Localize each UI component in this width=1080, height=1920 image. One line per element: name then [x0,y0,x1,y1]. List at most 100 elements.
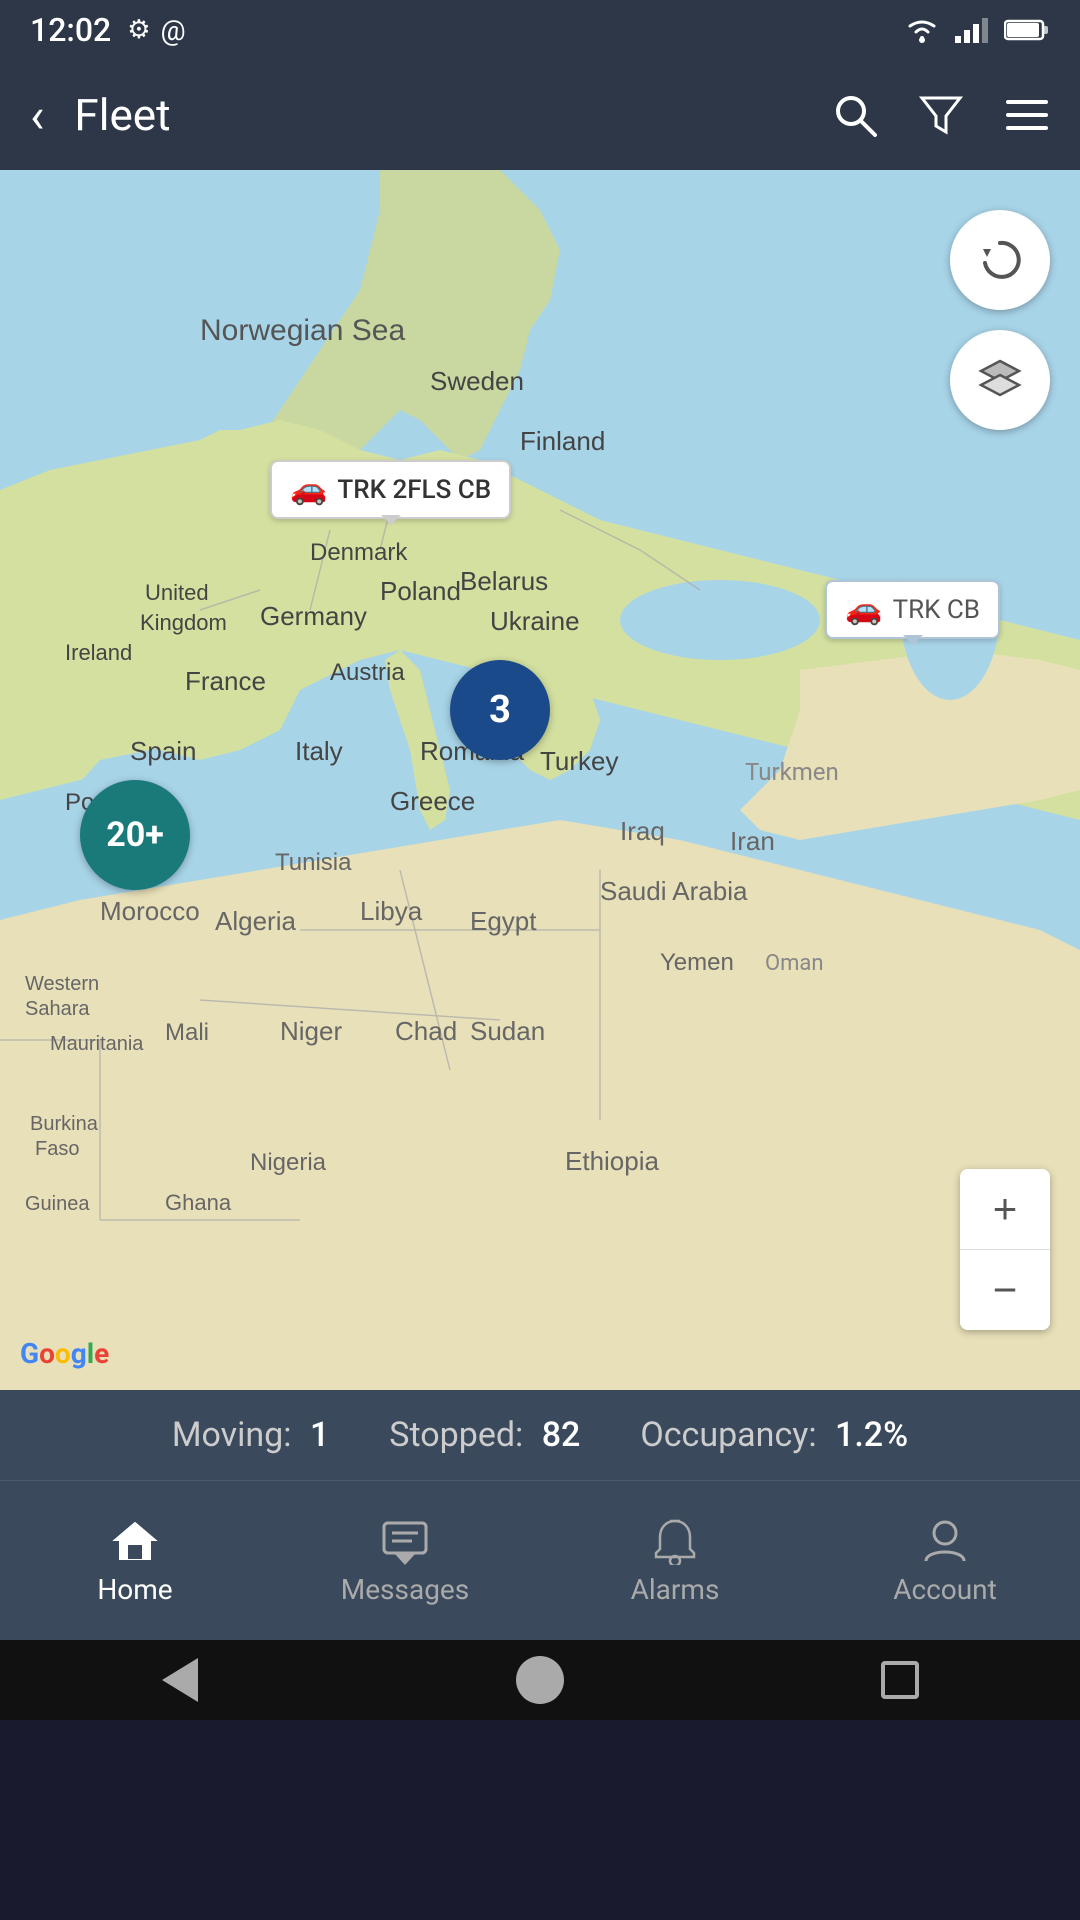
svg-text:Burkina: Burkina [30,1113,99,1135]
svg-text:Denmark: Denmark [310,539,408,566]
nav-bar: ‹ Fleet [0,60,1080,170]
nav-label-alarms: Alarms [631,1573,720,1606]
svg-text:Germany: Germany [260,601,367,631]
svg-text:Chad: Chad [395,1016,457,1046]
zoom-out-button[interactable]: − [960,1250,1050,1330]
svg-text:Yemen: Yemen [660,949,734,976]
vehicle-marker-1[interactable]: 🚗 TRK 2FLS CB [270,460,511,519]
android-home-icon [516,1656,564,1704]
messages-icon [380,1515,430,1565]
google-logo: Google [20,1337,109,1370]
svg-text:Guinea: Guinea [25,1193,90,1215]
android-back-icon [162,1658,198,1702]
android-nav-bar [0,1640,1080,1720]
status-bar: 12:02 ⚙ @ [0,0,1080,60]
svg-text:Turkey: Turkey [540,746,619,776]
layers-button[interactable] [950,330,1050,430]
bottom-nav: Home Messages Alarms Account [0,1480,1080,1640]
wifi-icon [904,16,940,44]
android-recent-button[interactable] [870,1650,930,1710]
svg-text:Oman: Oman [765,951,824,976]
svg-text:Norwegian Sea: Norwegian Sea [200,314,405,347]
signal-icon [954,16,990,44]
svg-text:Finland: Finland [520,426,605,456]
svg-text:Sahara: Sahara [25,998,90,1020]
occupancy-value: 1.2% [835,1415,908,1455]
nav-item-account[interactable]: Account [810,1515,1080,1606]
svg-text:Egypt: Egypt [470,906,537,936]
svg-text:United: United [145,580,209,605]
svg-text:Austria: Austria [330,659,405,686]
svg-text:Nigeria: Nigeria [250,1149,327,1176]
svg-text:Ethiopia: Ethiopia [565,1146,659,1176]
zoom-in-button[interactable]: + [960,1169,1050,1249]
svg-text:Iraq: Iraq [620,816,665,846]
svg-text:Algeria: Algeria [215,906,296,936]
svg-text:Ukraine: Ukraine [490,606,580,636]
map-background: Norwegian Sea Sweden Finland Norway Unit… [0,170,1080,1390]
nav-label-messages: Messages [341,1573,469,1606]
at-icon: @ [161,14,186,47]
nav-label-account: Account [893,1573,997,1606]
stats-bar: Moving: 1 Stopped: 82 Occupancy: 1.2% [0,1390,1080,1480]
search-icon[interactable] [832,92,878,138]
zoom-controls: + − [960,1169,1050,1330]
back-button[interactable]: ‹ [30,87,44,144]
svg-text:Spain: Spain [130,736,197,766]
vehicle-label-2: TRK CB [893,595,980,625]
map-area[interactable]: Norwegian Sea Sweden Finland Norway Unit… [0,170,1080,1390]
svg-text:Niger: Niger [280,1016,342,1046]
svg-text:Libya: Libya [360,896,423,926]
refresh-button[interactable] [950,210,1050,310]
nav-label-home: Home [97,1573,172,1606]
svg-text:Ireland: Ireland [65,640,132,665]
svg-text:Morocco: Morocco [100,896,200,926]
home-icon [110,1515,160,1565]
vehicle-icon-2: 🚗 [845,592,882,627]
svg-text:Mauritania: Mauritania [50,1033,144,1055]
svg-text:Faso: Faso [35,1138,79,1160]
svg-text:Belarus: Belarus [460,566,548,596]
svg-text:Western: Western [25,973,99,995]
cluster-teal-count: 20+ [106,815,164,855]
vehicle-icon-1: 🚗 [290,472,327,507]
stopped-value: 82 [542,1415,581,1455]
page-title: Fleet [74,89,170,141]
svg-text:Poland: Poland [380,576,461,606]
moving-value: 1 [310,1415,329,1455]
svg-text:Iran: Iran [730,826,775,856]
android-back-button[interactable] [150,1650,210,1710]
svg-text:Sweden: Sweden [430,366,524,396]
svg-text:Greece: Greece [390,786,475,816]
svg-text:Tunisia: Tunisia [275,849,352,876]
menu-icon[interactable] [1004,92,1050,138]
nav-item-messages[interactable]: Messages [270,1515,540,1606]
filter-icon[interactable] [918,92,964,138]
vehicle-cluster-blue[interactable]: 3 [450,660,550,760]
svg-text:France: France [185,666,266,696]
svg-text:Ghana: Ghana [165,1190,232,1215]
alarms-icon [650,1515,700,1565]
vehicle-label-1: TRK 2FLS CB [337,475,491,505]
svg-text:Kingdom: Kingdom [140,610,227,635]
svg-text:Italy: Italy [295,736,343,766]
svg-text:Turkmen: Turkmen [745,758,839,786]
cluster-blue-count: 3 [489,688,511,732]
stopped-label: Stopped: [389,1415,523,1455]
nav-item-home[interactable]: Home [0,1515,270,1606]
android-home-button[interactable] [510,1650,570,1710]
battery-icon [1004,17,1050,43]
android-recent-icon [881,1661,919,1699]
map-controls [950,210,1050,430]
nav-item-alarms[interactable]: Alarms [540,1515,810,1606]
status-time: 12:02 [30,11,111,49]
occupancy-label: Occupancy: [640,1415,816,1455]
vehicle-marker-2[interactable]: 🚗 TRK CB [825,580,1000,639]
svg-text:Saudi Arabia: Saudi Arabia [600,876,748,906]
svg-text:Sudan: Sudan [470,1016,545,1046]
moving-label: Moving: [172,1415,292,1455]
svg-text:Mali: Mali [165,1019,209,1046]
account-icon [920,1515,970,1565]
settings-icon: ⚙ [127,15,150,45]
vehicle-cluster-teal[interactable]: 20+ [80,780,190,890]
